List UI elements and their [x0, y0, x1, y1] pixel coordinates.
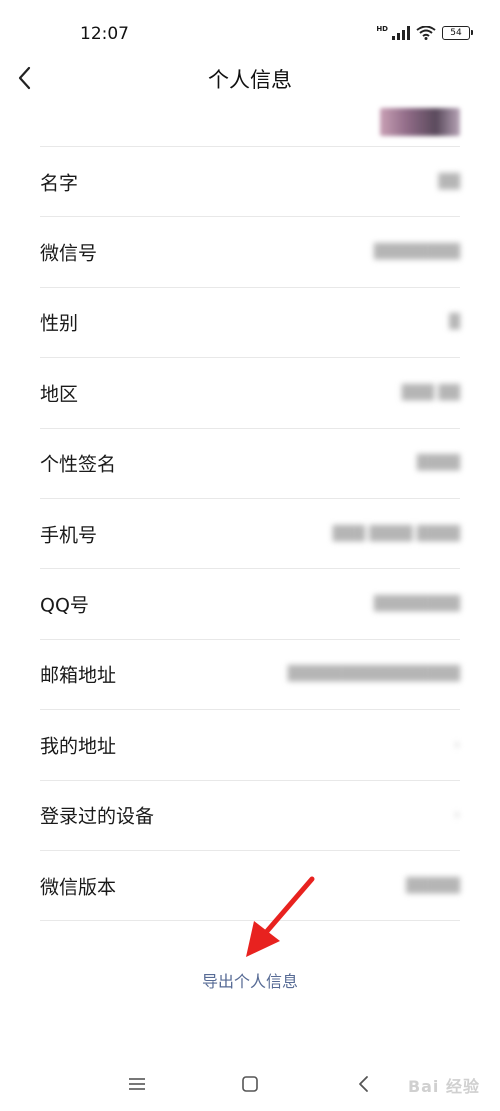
status-icons: HD 54: [376, 25, 473, 40]
row-value: ████████: [373, 596, 460, 613]
row-phone[interactable]: 手机号 ███ ████ ████: [40, 499, 460, 570]
row-value: ›: [454, 807, 460, 824]
signal-icon: [392, 26, 410, 40]
row-label: 我的地址: [40, 735, 117, 758]
wifi-icon: [416, 26, 436, 40]
row-value: ████████: [373, 244, 460, 261]
export-personal-info-link[interactable]: 导出个人信息: [0, 968, 500, 992]
row-label: 个性签名: [40, 453, 117, 476]
status-time: 12:07: [80, 24, 129, 44]
row-signature[interactable]: 个性签名 ████: [40, 429, 460, 499]
nav-back-button[interactable]: [348, 1069, 378, 1099]
row-label: 手机号: [40, 524, 98, 547]
status-bar: 12:07 HD 54: [0, 0, 500, 60]
row-label: 地区: [40, 383, 79, 406]
avatar[interactable]: [380, 108, 460, 136]
row-label: 名字: [40, 172, 79, 195]
row-gender[interactable]: 性别 █: [40, 288, 460, 359]
row-logged-devices[interactable]: 登录过的设备 ›: [40, 781, 460, 851]
system-nav-bar: Bai 经验: [0, 1051, 500, 1111]
page-title: 个人信息: [208, 68, 292, 92]
row-label: QQ号: [40, 594, 89, 617]
row-value: ›: [454, 736, 460, 753]
home-button[interactable]: [235, 1069, 265, 1099]
menu-button[interactable]: [122, 1069, 152, 1099]
home-square-icon: [242, 1076, 258, 1092]
row-email[interactable]: 邮箱地址 ████████████████: [40, 640, 460, 711]
row-wechat-id[interactable]: 微信号 ████████: [40, 217, 460, 288]
row-region[interactable]: 地区 ███ ██: [40, 358, 460, 429]
hd-indicator: HD: [376, 25, 388, 33]
row-qq[interactable]: QQ号 ████████: [40, 569, 460, 640]
row-value: █████: [406, 877, 460, 894]
row-value: █: [449, 314, 460, 331]
row-value: ████████████████: [287, 666, 460, 683]
row-label: 微信版本: [40, 876, 117, 899]
row-label: 性别: [40, 312, 79, 335]
battery-level: 54: [450, 28, 462, 38]
battery-icon: 54: [442, 26, 473, 40]
row-value: ███ ████ ████: [332, 525, 460, 542]
baidu-watermark: Bai 经验: [407, 1077, 480, 1096]
row-value: ██: [438, 173, 460, 190]
info-list: 名字 ██ 微信号 ████████ 性别 █ 地区 ███ ██ 个性签名 █…: [40, 146, 460, 922]
row-label: 微信号: [40, 242, 98, 265]
row-label: 邮箱地址: [40, 664, 117, 687]
row-name[interactable]: 名字 ██: [40, 147, 460, 218]
row-value: ████: [416, 455, 460, 472]
back-triangle-icon: [359, 1076, 368, 1092]
red-arrow-annotation: [246, 876, 315, 957]
header: 个人信息: [0, 55, 500, 101]
row-value: ███ ██: [401, 384, 460, 401]
row-label: 登录过的设备: [40, 805, 155, 828]
row-my-address[interactable]: 我的地址 ›: [40, 710, 460, 781]
menu-icon: [129, 1078, 145, 1090]
